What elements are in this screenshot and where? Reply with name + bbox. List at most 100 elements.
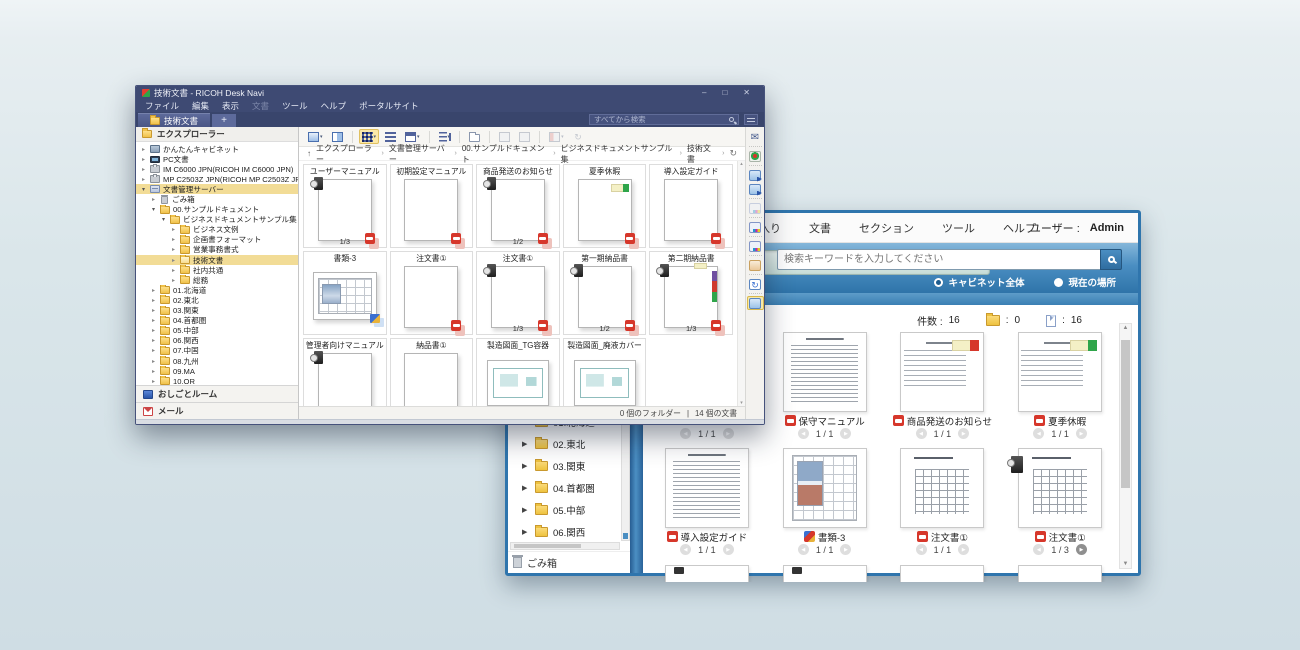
maximize-button[interactable]: □ — [722, 88, 727, 97]
document-thumbnail[interactable] — [491, 179, 545, 241]
document-thumbnail[interactable] — [664, 266, 718, 328]
tree-item[interactable]: 営業事務書式 — [136, 245, 298, 255]
expander-icon[interactable] — [150, 358, 157, 365]
document-thumbnail[interactable] — [404, 266, 458, 328]
tree-item[interactable]: 00.サンプルドキュメント — [136, 205, 298, 215]
title-bar[interactable]: 技術文書 - RICOH Desk Navi – □ ✕ — [136, 86, 764, 99]
menu-item[interactable]: ポータルサイト — [359, 100, 419, 112]
tree-item[interactable]: 01.北海道 — [136, 285, 298, 295]
tree-item[interactable]: 08.九州 — [136, 356, 298, 366]
expander-icon[interactable] — [170, 267, 177, 274]
strip-button[interactable] — [747, 130, 764, 144]
document-card[interactable]: 導入設定ガイド 1 / 1 — [655, 448, 759, 560]
scroll-down-icon[interactable]: ▼ — [1120, 561, 1131, 567]
menu-item[interactable]: 文書 — [809, 220, 831, 236]
expander-icon[interactable] — [140, 146, 147, 153]
prev-page-button[interactable] — [680, 428, 691, 439]
expander-icon[interactable] — [150, 297, 157, 304]
refresh-icon[interactable]: ↻ — [729, 148, 737, 159]
document-card[interactable]: 注文書① — [390, 251, 474, 335]
strip-button[interactable] — [747, 182, 764, 196]
strip-button[interactable] — [747, 277, 764, 291]
search-button[interactable] — [1100, 249, 1122, 270]
toolbar-button[interactable] — [496, 129, 513, 144]
prev-page-button[interactable] — [798, 428, 809, 439]
folder-tree-item[interactable]: ▶ 05.中部 — [508, 499, 630, 521]
document-thumbnail[interactable] — [783, 565, 867, 582]
document-card[interactable] — [655, 565, 759, 582]
document-thumbnail[interactable] — [313, 272, 377, 320]
dropdown-arrow-icon[interactable]: ▾ — [374, 134, 377, 140]
strip-button[interactable] — [747, 149, 764, 163]
document-thumbnail[interactable] — [900, 332, 984, 412]
expander-icon[interactable] — [150, 378, 157, 385]
document-thumbnail[interactable] — [665, 448, 749, 528]
sidebar-horizontal-scrollbar[interactable] — [510, 542, 620, 550]
tree-item[interactable]: 09.MA — [136, 366, 298, 376]
document-thumbnail[interactable] — [783, 448, 867, 528]
next-page-button[interactable] — [723, 544, 734, 555]
toolbar-button[interactable]: ▾ — [436, 129, 454, 144]
document-card[interactable]: 夏季休暇 — [563, 164, 647, 248]
dropdown-arrow-icon[interactable]: ▾ — [561, 134, 564, 140]
scroll-up-icon[interactable]: ▲ — [1120, 325, 1131, 331]
up-icon[interactable]: ↑ — [307, 149, 311, 158]
expander-icon[interactable] — [150, 347, 157, 354]
menu-item[interactable]: セクション — [859, 220, 914, 236]
document-card[interactable]: 商品発送のお知らせ 1/2 — [476, 164, 560, 248]
expander-icon[interactable] — [170, 246, 177, 253]
toolbar-button[interactable] — [570, 129, 587, 144]
document-thumbnail[interactable] — [318, 179, 372, 241]
tree-item[interactable]: 02.東北 — [136, 295, 298, 305]
expander-icon[interactable] — [150, 337, 157, 344]
expander-icon[interactable] — [150, 206, 157, 213]
toolbar-button[interactable] — [329, 129, 346, 144]
tree-item[interactable]: 社内共通 — [136, 265, 298, 275]
radio-option[interactable]: キャビネット全体 — [934, 275, 1024, 289]
document-thumbnail[interactable] — [318, 353, 372, 406]
document-card[interactable]: 保守マニュアル 1 / 1 — [773, 332, 877, 444]
global-search-box[interactable]: すべてから検索 — [589, 114, 739, 125]
next-page-button[interactable] — [958, 544, 969, 555]
expander-icon[interactable] — [150, 368, 157, 375]
tree-item[interactable]: 総務 — [136, 275, 298, 285]
prev-page-button[interactable] — [1033, 544, 1044, 555]
strip-button[interactable] — [747, 239, 764, 253]
strip-button[interactable] — [747, 258, 764, 272]
prev-page-button[interactable] — [798, 544, 809, 555]
document-thumbnail[interactable] — [664, 179, 718, 241]
menu-item[interactable]: ツール — [942, 220, 975, 236]
prev-page-button[interactable] — [680, 544, 691, 555]
document-thumbnail[interactable] — [1018, 332, 1102, 412]
document-thumbnail[interactable] — [900, 565, 984, 582]
document-thumbnail[interactable] — [574, 360, 636, 406]
document-card[interactable]: 書類-3 — [303, 251, 387, 335]
folder-tree-item[interactable]: ▶ 02.東北 — [508, 433, 630, 455]
next-page-button[interactable] — [723, 428, 734, 439]
tree-item[interactable]: 文書管理サーバー — [136, 184, 298, 194]
document-thumbnail[interactable] — [1018, 448, 1102, 528]
folder-tree-item[interactable]: ▶ 04.首都圏 — [508, 477, 630, 499]
document-thumbnail[interactable] — [404, 353, 458, 406]
expander-icon[interactable] — [140, 166, 147, 173]
document-card[interactable]: 第二期納品書 1/3 — [649, 251, 733, 335]
panel-button[interactable]: おしごとルーム — [136, 385, 298, 402]
strip-button[interactable] — [747, 168, 764, 182]
toolbar-button[interactable]: ▾ — [402, 129, 423, 144]
expander-icon[interactable] — [140, 176, 147, 183]
document-card[interactable]: 商品発送のお知らせ 1 / 1 — [891, 332, 995, 444]
menu-item[interactable]: ツール — [282, 100, 308, 112]
menu-item[interactable]: 表示 — [222, 100, 239, 112]
document-thumbnail[interactable] — [1018, 565, 1102, 582]
strip-button[interactable] — [747, 296, 764, 310]
document-card[interactable] — [1008, 565, 1112, 582]
next-page-button[interactable] — [1076, 428, 1087, 439]
menu-item[interactable]: 文書 — [252, 100, 269, 112]
add-tab-button[interactable]: + — [212, 114, 236, 127]
folder-tree-item[interactable]: ▶ 06.関西 — [508, 521, 630, 543]
prev-page-button[interactable] — [1033, 428, 1044, 439]
expander-icon[interactable] — [170, 257, 177, 264]
search-options-icon[interactable] — [744, 114, 758, 125]
expander-icon[interactable]: ▶ — [522, 484, 530, 492]
next-page-button[interactable] — [840, 544, 851, 555]
